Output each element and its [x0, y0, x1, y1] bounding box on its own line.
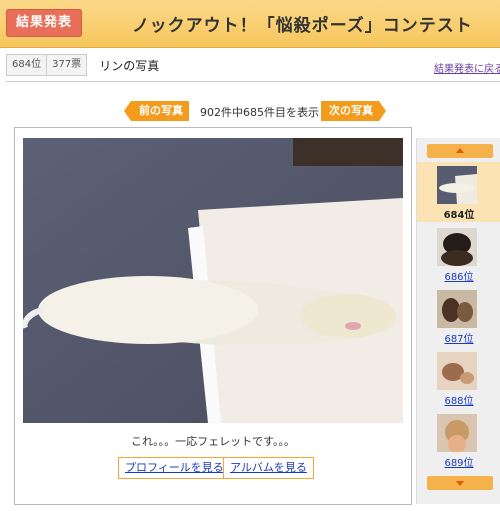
thumbnail-image — [437, 166, 477, 204]
prev-photo-button[interactable]: 前の写真 — [124, 101, 189, 121]
thumbnail-item[interactable]: 688位 — [417, 348, 500, 408]
result-count: 902件中685件目を表示 — [200, 106, 319, 119]
thumbnail-item[interactable]: 684位 — [417, 162, 500, 222]
photo-pager: 前の写真 902件中685件目を表示 次の写真 — [0, 101, 500, 121]
thumbnail-image — [437, 414, 477, 452]
photo-title: リンの写真 — [99, 58, 160, 73]
divider — [6, 81, 500, 82]
thumbnail-rank: 684位 — [443, 210, 475, 221]
photo-frame: これ。。。一応フェレットです。。。 プロフィールを見る アルバムを見る — [14, 127, 412, 505]
thumbnail-item[interactable]: 689位 — [417, 410, 500, 470]
thumbnail-item[interactable]: 687位 — [417, 286, 500, 346]
scroll-up-button[interactable] — [427, 144, 493, 158]
view-album-button[interactable]: アルバムを見る — [223, 457, 314, 479]
thumbnail-image — [437, 228, 477, 266]
rank-badge: 684位 — [6, 54, 48, 76]
next-photo-button[interactable]: 次の写真 — [321, 101, 386, 121]
arrow-up-icon — [456, 148, 464, 153]
thumbnail-rank[interactable]: 689位 — [417, 454, 500, 469]
thumbnail-rank[interactable]: 686位 — [417, 268, 500, 283]
back-to-results-link[interactable]: 結果発表に戻る — [434, 60, 500, 75]
thumbnail-image — [437, 352, 477, 390]
thumbnail-item[interactable]: 686位 — [417, 224, 500, 284]
main-photo — [23, 138, 403, 423]
results-badge: 結果発表 — [6, 9, 82, 37]
header-banner: 結果発表 ノックアウト！「悩殺ポーズ」コンテスト — [0, 0, 500, 48]
view-profile-button[interactable]: プロフィールを見る — [118, 457, 231, 479]
thumbnail-rank[interactable]: 687位 — [417, 330, 500, 345]
photo-caption: これ。。。一応フェレットです。。。 — [130, 435, 295, 448]
scroll-down-button[interactable] — [427, 476, 493, 490]
photo-info-row: 684位 377票 リンの写真 — [6, 54, 159, 76]
thumbnail-rail: 684位 686位 687位 688位 689位 — [416, 138, 500, 504]
contest-title: ノックアウト！「悩殺ポーズ」コンテスト — [132, 16, 473, 36]
votes-badge: 377票 — [47, 54, 88, 76]
thumbnail-image — [437, 290, 477, 328]
thumbnail-rank[interactable]: 688位 — [417, 392, 500, 407]
arrow-down-icon — [456, 481, 464, 486]
